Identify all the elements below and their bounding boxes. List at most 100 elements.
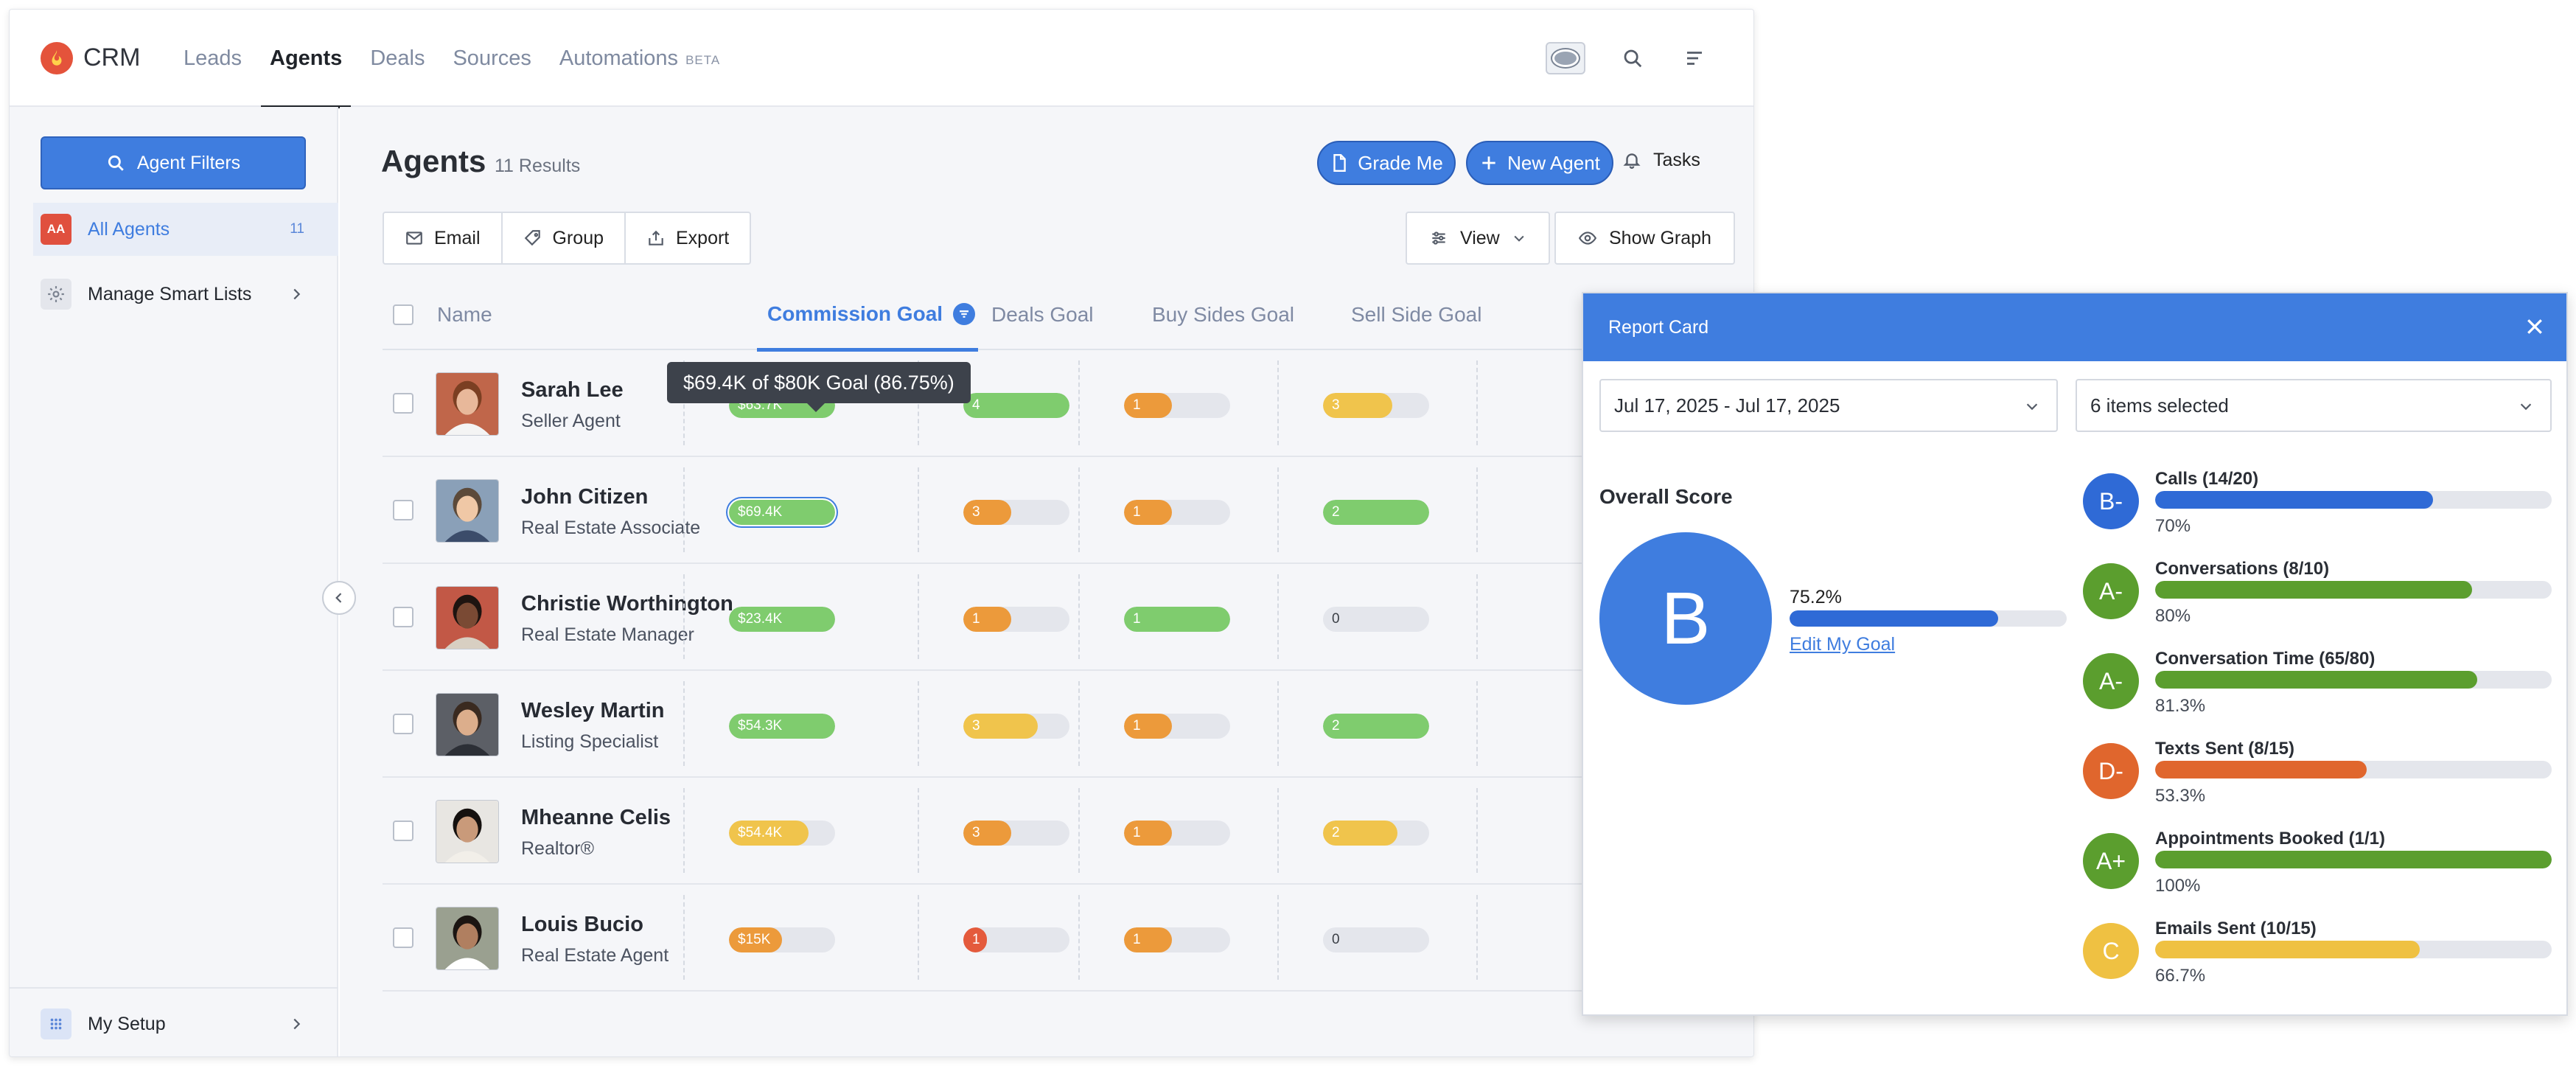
select-all-checkbox[interactable] — [393, 304, 413, 325]
column-divider — [1078, 788, 1080, 873]
overall-score-fill — [1790, 610, 1998, 627]
metric-percent: 100% — [2155, 876, 2201, 896]
table-row[interactable]: John Citizen Real Estate Associate $69.4K 3… — [383, 457, 1753, 564]
agent-name[interactable]: John Citizen — [521, 485, 648, 509]
nav-link-automations[interactable]: Automations BETA — [551, 10, 729, 107]
date-range-select[interactable]: Jul 17, 2025 - Jul 17, 2025 — [1599, 379, 2058, 432]
agent-name[interactable]: Mheanne Celis — [521, 806, 671, 830]
buy-goal-bar[interactable]: 1 — [1124, 500, 1230, 525]
sell-goal-bar[interactable]: 2 — [1323, 500, 1429, 525]
metric-percent: 81.3% — [2155, 696, 2206, 716]
deals-goal-bar[interactable]: 4 — [963, 393, 1069, 418]
brand-name[interactable]: CRM — [83, 43, 140, 72]
show-graph-button[interactable]: Show Graph — [1554, 212, 1735, 265]
menu-icon[interactable] — [1680, 43, 1709, 73]
close-icon[interactable] — [2524, 316, 2546, 338]
search-icon[interactable] — [1618, 43, 1647, 73]
column-divider — [1277, 574, 1279, 659]
goal-value: 1 — [972, 611, 980, 627]
sidebar-item-my-setup[interactable]: My Setup — [33, 997, 338, 1051]
report-metric: A- Conversations (8/10) 80% — [2083, 559, 2555, 637]
agent-photo[interactable] — [436, 907, 499, 970]
view-dropdown[interactable]: View — [1406, 212, 1550, 265]
agent-photo[interactable] — [436, 372, 499, 436]
column-divider — [918, 681, 919, 766]
deals-goal-bar[interactable]: 1 — [963, 927, 1069, 952]
collapse-sidebar-button[interactable] — [322, 581, 356, 615]
metric-grade-badge: B- — [2083, 473, 2139, 529]
agent-filters-button[interactable]: Agent Filters — [41, 136, 306, 189]
column-header-commission-goal[interactable]: Commission Goal — [757, 279, 978, 352]
row-checkbox[interactable] — [393, 607, 413, 627]
filter-icon[interactable] — [953, 302, 976, 325]
sell-goal-bar[interactable]: 0 — [1323, 927, 1429, 952]
commission-goal-bar[interactable]: $23.4K — [729, 607, 835, 632]
sell-goal-bar[interactable]: 0 — [1323, 607, 1429, 632]
nav-link-agents[interactable]: Agents — [261, 10, 352, 108]
sidebar-item-manage-smart-lists[interactable]: Manage Smart Lists — [33, 268, 338, 321]
buy-goal-bar[interactable]: 1 — [1124, 393, 1230, 418]
commission-goal-bar[interactable]: $54.3K — [729, 714, 835, 739]
row-checkbox[interactable] — [393, 927, 413, 948]
export-button[interactable]: Export — [626, 213, 750, 263]
main-content: Agents 11 Results Grade Me New Agent Tas… — [340, 107, 1753, 1056]
agent-name[interactable]: Wesley Martin — [521, 699, 664, 723]
deals-goal-bar[interactable]: 3 — [963, 714, 1069, 739]
table-row[interactable]: Louis Bucio Real Estate Agent $15K 1 1 0 — [383, 885, 1753, 992]
nav-link-deals[interactable]: Deals — [361, 10, 433, 107]
grade-me-button[interactable]: Grade Me — [1317, 141, 1456, 185]
agent-photo[interactable] — [436, 800, 499, 863]
metrics-select[interactable]: 6 items selected — [2076, 379, 2552, 432]
row-checkbox[interactable] — [393, 500, 413, 520]
agent-name[interactable]: Louis Bucio — [521, 913, 643, 937]
sell-goal-bar[interactable]: 2 — [1323, 714, 1429, 739]
deals-goal-bar[interactable]: 3 — [963, 500, 1069, 525]
buy-goal-bar[interactable]: 1 — [1124, 927, 1230, 952]
commission-goal-bar[interactable]: $69.4K — [729, 500, 835, 525]
goal-value: $15K — [738, 932, 771, 947]
agent-photo[interactable] — [436, 479, 499, 543]
metric-percent: 66.7% — [2155, 966, 2206, 986]
agent-role: Real Estate Manager — [521, 624, 694, 645]
column-divider — [1277, 788, 1279, 873]
row-checkbox[interactable] — [393, 821, 413, 841]
column-header-deals-goal[interactable]: Deals Goal — [991, 279, 1094, 350]
column-header-label: Commission Goal — [767, 302, 943, 325]
new-agent-button[interactable]: New Agent — [1466, 141, 1613, 185]
column-header-name[interactable]: Name — [437, 279, 492, 350]
table-row[interactable]: Sarah Lee Seller Agent $63.7K 4 1 3 — [383, 350, 1753, 457]
goal-fill: 2 — [1323, 500, 1429, 525]
column-header-buy-sides-goal[interactable]: Buy Sides Goal — [1152, 279, 1294, 350]
commission-goal-bar[interactable]: $15K — [729, 927, 835, 952]
agent-photo[interactable] — [436, 586, 499, 649]
flame-logo-icon[interactable] — [41, 42, 73, 74]
results-count: 11 Results — [495, 156, 581, 176]
buy-goal-bar[interactable]: 1 — [1124, 821, 1230, 846]
sell-goal-bar[interactable]: 3 — [1323, 393, 1429, 418]
commission-goal-bar[interactable]: $54.4K — [729, 821, 835, 846]
tasks-button[interactable]: Tasks — [1622, 138, 1700, 182]
user-avatar[interactable] — [1546, 42, 1585, 74]
chevron-right-icon — [293, 288, 301, 300]
table-row[interactable]: Christie Worthington Real Estate Manager $… — [383, 564, 1753, 671]
deals-goal-bar[interactable]: 1 — [963, 607, 1069, 632]
nav-link-sources[interactable]: Sources — [444, 10, 540, 107]
column-header-sell-side-goal[interactable]: Sell Side Goal — [1351, 279, 1481, 350]
table-row[interactable]: Wesley Martin Listing Specialist $54.3K 3 1 2 — [383, 671, 1753, 778]
buy-goal-bar[interactable]: 1 — [1124, 714, 1230, 739]
sidebar-item-all-agents[interactable]: AA All Agents 11 — [33, 203, 338, 256]
row-checkbox[interactable] — [393, 393, 413, 414]
table-row[interactable]: Mheanne Celis Realtor® $54.4K 3 1 2 — [383, 778, 1753, 885]
nav-link-leads[interactable]: Leads — [175, 10, 251, 107]
agent-photo[interactable] — [436, 693, 499, 756]
report-metric: A+ Appointments Booked (1/1) 100% — [2083, 829, 2555, 907]
edit-my-goal-link[interactable]: Edit My Goal — [1790, 634, 1895, 655]
agent-name[interactable]: Christie Worthington — [521, 592, 733, 616]
email-button[interactable]: Email — [384, 213, 503, 263]
agent-name[interactable]: Sarah Lee — [521, 378, 624, 403]
sell-goal-bar[interactable]: 2 — [1323, 821, 1429, 846]
row-checkbox[interactable] — [393, 714, 413, 734]
buy-goal-bar[interactable]: 1 — [1124, 607, 1230, 632]
deals-goal-bar[interactable]: 3 — [963, 821, 1069, 846]
group-button[interactable]: Group — [503, 213, 626, 263]
